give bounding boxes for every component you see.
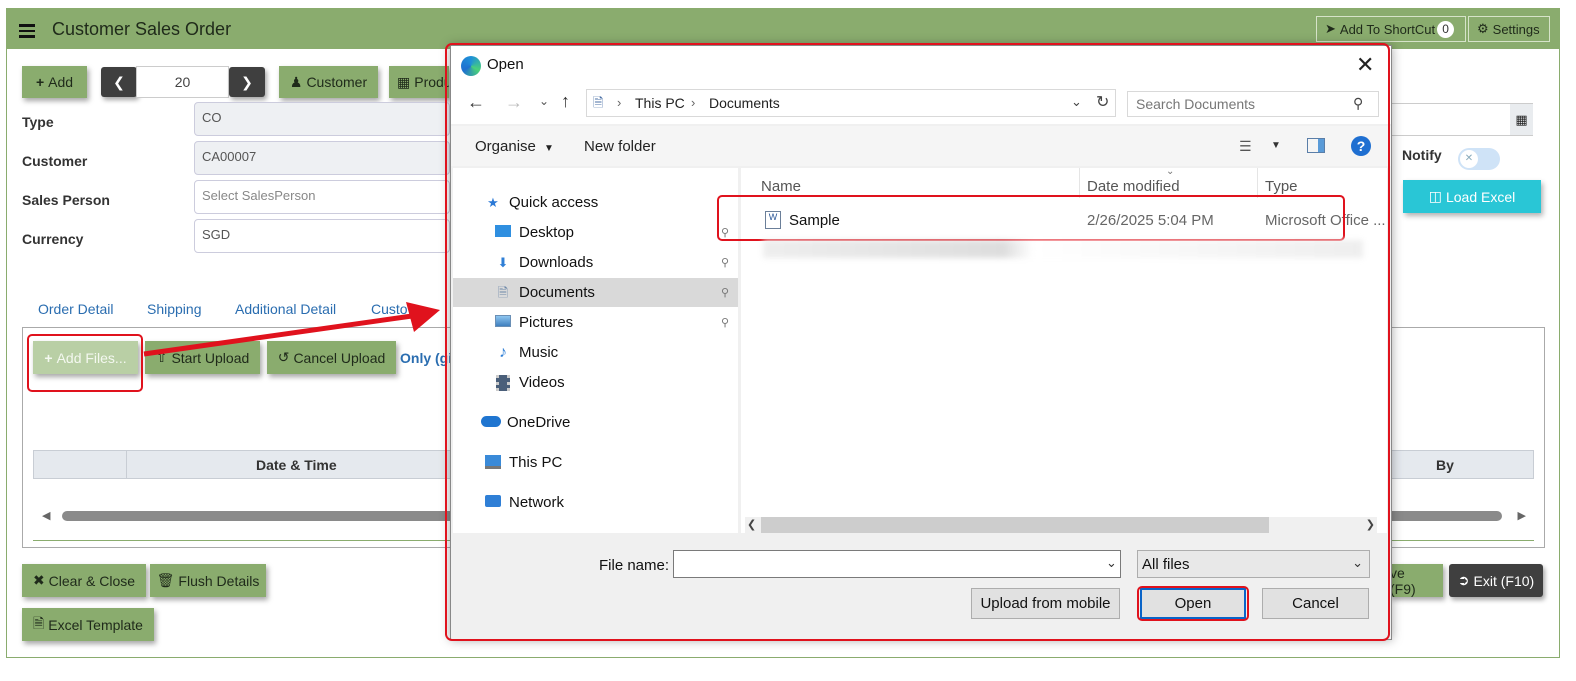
- add-button[interactable]: + Add: [22, 66, 87, 98]
- save-label: ve (F9): [1390, 564, 1416, 597]
- prev-record-button[interactable]: ❮: [101, 67, 137, 97]
- scroll-left-icon[interactable]: ◀: [42, 509, 50, 522]
- trash-icon: 🗑: [156, 572, 175, 588]
- grid-divider: [126, 451, 127, 478]
- dialog-highlight: [445, 43, 1390, 641]
- product-button[interactable]: ▦ Produ: [389, 66, 449, 98]
- file-icon: 🗎: [33, 614, 45, 631]
- close-icon: ✖: [32, 572, 45, 588]
- customer-field[interactable]: CA00007: [194, 141, 450, 175]
- plus-icon: +: [35, 74, 45, 90]
- flush-details-button[interactable]: 🗑 Flush Details: [150, 564, 266, 597]
- notify-label: Notify: [1402, 147, 1442, 163]
- scroll-right-icon[interactable]: ▶: [1518, 509, 1526, 522]
- product-icon: ▦: [397, 73, 411, 90]
- tab-order-detail[interactable]: Order Detail: [38, 301, 113, 317]
- add-to-shortcut-label: Add To ShortCut: [1339, 21, 1436, 37]
- settings-button[interactable]: ⚙ Settings: [1468, 16, 1550, 42]
- clear-close-label: Clear & Close: [48, 572, 136, 589]
- currency-label: Currency: [22, 231, 84, 247]
- rocket-icon: ➤: [1325, 21, 1336, 36]
- calendar-icon[interactable]: ▦: [1510, 104, 1533, 135]
- clear-close-button[interactable]: ✖ Clear & Close: [22, 564, 146, 597]
- type-label: Type: [22, 114, 54, 130]
- chevron-left-icon: ❮: [113, 73, 125, 90]
- currency-field[interactable]: SGD: [194, 219, 450, 253]
- gear-icon: ⚙: [1477, 21, 1489, 36]
- load-excel-label: Load Excel: [1445, 188, 1516, 205]
- user-icon: ♟: [289, 73, 303, 90]
- excel-icon: ◫: [1428, 188, 1442, 204]
- add-to-shortcut-button[interactable]: ➤ Add To ShortCut 0: [1316, 16, 1466, 42]
- shortcut-count-badge: 0: [1437, 20, 1455, 38]
- customer-button-label: Customer: [306, 74, 368, 90]
- salesperson-select[interactable]: Select SalesPerson: [194, 180, 450, 214]
- exit-button[interactable]: ➲ Exit (F10): [1449, 564, 1543, 597]
- excel-template-button[interactable]: 🗎 Excel Template: [22, 608, 154, 641]
- customer-label: Customer: [22, 153, 88, 169]
- customer-button[interactable]: ♟ Customer: [279, 66, 378, 98]
- add-label: Add: [48, 74, 74, 90]
- grid-col-by: By: [1436, 457, 1454, 473]
- type-field[interactable]: CO: [194, 102, 450, 136]
- flush-details-label: Flush Details: [178, 572, 260, 589]
- notify-toggle[interactable]: ✕: [1458, 148, 1500, 170]
- annotation-arrow: [143, 302, 440, 357]
- toggle-off-icon: ✕: [1460, 150, 1478, 168]
- settings-label: Settings: [1492, 21, 1540, 37]
- exit-icon: ➲: [1457, 572, 1470, 588]
- salesperson-label: Sales Person: [22, 192, 110, 208]
- chevron-right-icon: ❯: [241, 73, 253, 90]
- grid-col-date-time: Date & Time: [256, 457, 337, 473]
- product-button-label: Produ: [414, 74, 449, 90]
- menu-icon[interactable]: [19, 24, 35, 38]
- add-files-highlight: [27, 334, 143, 392]
- excel-template-label: Excel Template: [48, 616, 143, 633]
- next-record-button[interactable]: ❯: [229, 67, 265, 97]
- save-button[interactable]: ve (F9): [1390, 564, 1443, 597]
- record-number-input[interactable]: 20: [136, 66, 229, 98]
- load-excel-button[interactable]: ◫ Load Excel: [1403, 180, 1541, 213]
- page-title: Customer Sales Order: [52, 19, 232, 39]
- exit-label: Exit (F10): [1473, 572, 1535, 589]
